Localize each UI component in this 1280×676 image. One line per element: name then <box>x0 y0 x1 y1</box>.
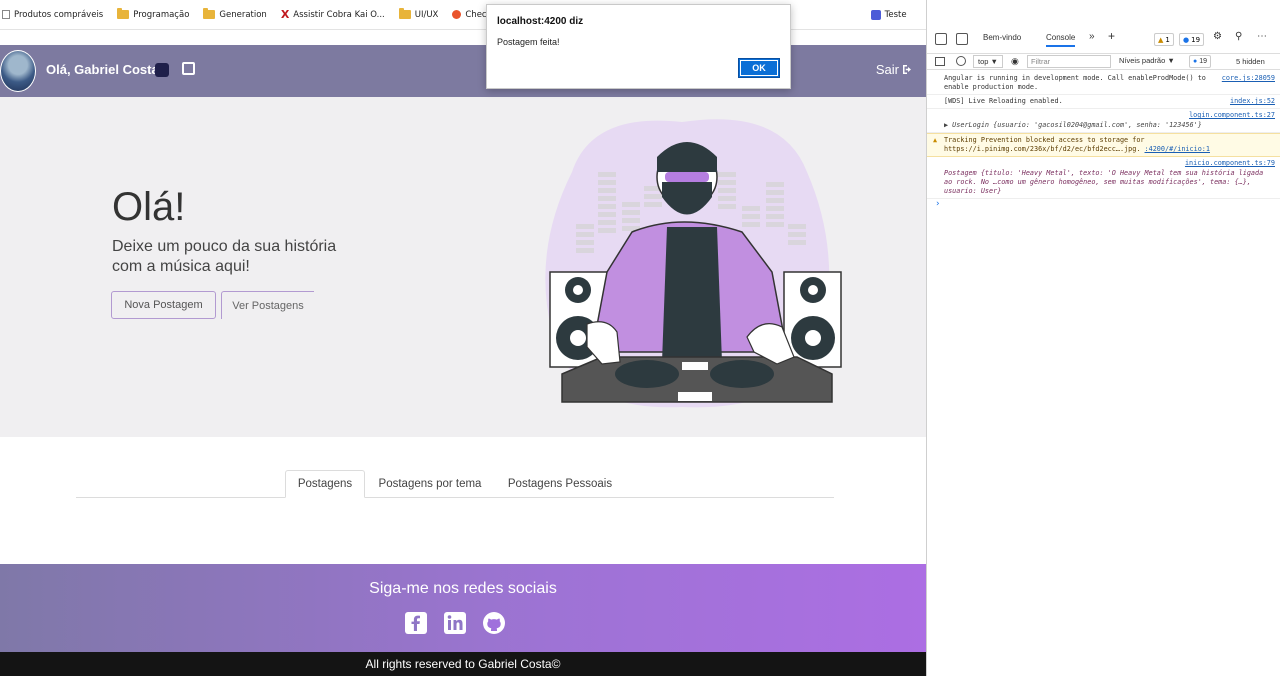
tab-welcome[interactable]: Bem-vindo <box>983 33 1021 42</box>
folder-icon <box>203 8 216 19</box>
inspect-icon[interactable] <box>935 33 947 45</box>
alert-ok-button[interactable]: OK <box>738 58 780 78</box>
copyright-bar: All rights reserved to Gabriel Costa© <box>0 652 926 676</box>
teste-icon <box>870 9 881 20</box>
console-log[interactable]: inicio.component.ts:79 Postagem {titulo:… <box>927 157 1280 199</box>
warning-icon: ▲ <box>1158 35 1164 44</box>
tab-console[interactable]: Console <box>1046 33 1076 47</box>
dj-illustration <box>545 119 842 408</box>
linkedin-icon[interactable] <box>444 612 466 634</box>
bookmark-programacao[interactable]: Programação <box>117 8 190 20</box>
log-source-link[interactable]: index.js:52 <box>1230 97 1275 106</box>
badge-icon <box>155 63 169 77</box>
settings-icon[interactable]: ⚙ <box>1213 31 1222 42</box>
console-toolbar: top ▼ ◉ Filtrar Níveis padrão ▼ ● 19 5 hi… <box>927 53 1280 70</box>
github-icon[interactable] <box>483 612 505 634</box>
console-log: core.js:28059 Angular is running in deve… <box>927 72 1280 95</box>
bookmark-uiux[interactable]: UI/UX <box>398 8 439 20</box>
console-log: index.js:52 [WDS] Live Reloading enabled… <box>927 95 1280 109</box>
hero-title: Olá! <box>112 185 186 229</box>
msg-count: 19 <box>1191 35 1201 44</box>
hero-section: Olá! Deixe um pouco da sua história com … <box>0 97 926 437</box>
levels-select[interactable]: Níveis padrão ▼ <box>1119 56 1175 65</box>
warning-icon: ▲ <box>933 136 938 144</box>
folder-icon <box>117 8 130 19</box>
console-warning: ▲ Tracking Prevention blocked access to … <box>927 133 1280 157</box>
customize-icon[interactable]: ⚲ <box>1235 31 1242 42</box>
console-output: core.js:28059 Angular is running in deve… <box>927 72 1280 209</box>
hidden-count: 5 hidden <box>1236 57 1265 66</box>
levels-label: Níveis padrão <box>1119 56 1166 65</box>
sign-out-icon <box>903 65 911 74</box>
console-prompt[interactable]: › <box>927 199 1280 209</box>
greeting-text: Olá, Gabriel Costa <box>46 62 159 77</box>
eye-icon[interactable]: ◉ <box>1011 56 1019 67</box>
levels-count: 19 <box>1199 58 1208 65</box>
clear-console-icon[interactable] <box>956 56 966 66</box>
bookmark-label: Assistir Cobra Kai O... <box>293 9 385 20</box>
bookmark-teste[interactable]: Teste <box>870 9 907 20</box>
context-select[interactable]: top ▼ <box>973 55 1003 68</box>
site-icon <box>452 10 462 19</box>
footer-title: Siga-me nos redes sociais <box>369 580 557 597</box>
more-tabs-icon[interactable]: » <box>1089 31 1095 42</box>
logout-button[interactable]: Sair <box>876 62 914 77</box>
messages-badge[interactable]: ● 19 <box>1179 33 1205 46</box>
alert-dialog: localhost:4200 diz Postagem feita! OK <box>486 4 791 89</box>
warnings-badge[interactable]: ▲ 1 <box>1154 33 1174 46</box>
post-tabs: Postagens Postagens por tema Postagens P… <box>76 470 834 498</box>
tab-postagens[interactable]: Postagens <box>285 470 365 498</box>
avatar[interactable] <box>0 50 36 92</box>
logout-label: Sair <box>875 62 899 77</box>
facebook-icon[interactable] <box>405 612 427 634</box>
add-tab-icon[interactable]: + <box>1108 29 1115 43</box>
bookmark-label: Teste <box>884 9 907 20</box>
levels-badge[interactable]: ● 19 <box>1189 55 1212 68</box>
bookmark-label: Programação <box>133 9 190 20</box>
log-text: Tracking Prevention blocked access to st… <box>944 136 1145 153</box>
bookmark-cobra-kai[interactable]: X Assistir Cobra Kai O... <box>281 8 385 21</box>
new-post-button[interactable]: Nova Postagem <box>111 291 216 319</box>
sidebar-toggle-icon[interactable] <box>935 57 945 66</box>
alert-title: localhost:4200 diz <box>497 16 584 27</box>
x-icon: X <box>280 8 290 21</box>
context-label: top <box>978 57 989 66</box>
console-log[interactable]: login.component.ts:27 ▶ UserLogin {usuar… <box>927 109 1280 133</box>
bookmark-generation[interactable]: Generation <box>203 8 267 20</box>
filter-input[interactable]: Filtrar <box>1027 55 1111 68</box>
log-source-link[interactable]: inicio.component.ts:79 <box>1185 159 1275 168</box>
page-icon <box>2 10 10 19</box>
edit-icon[interactable] <box>182 62 195 75</box>
log-text: [WDS] Live Reloading enabled. <box>944 97 1063 105</box>
more-options-icon[interactable]: ⋯ <box>1257 31 1267 42</box>
log-text: Angular is running in development mode. … <box>944 74 1206 91</box>
view-posts-button[interactable]: Ver Postagens <box>221 291 314 319</box>
bookmark-produtos[interactable]: Produtos compráveis <box>2 10 103 20</box>
log-text: ▶ UserLogin {usuario: 'gacosil0204@gmail… <box>944 121 1202 129</box>
message-icon: ● <box>1193 58 1198 65</box>
bookmark-label: Generation <box>219 9 267 20</box>
devtools-panel: Bem-vindo Console » + ▲ 1 ● 19 ⚙ ⚲ ⋯ top ▼… <box>926 0 1280 676</box>
tab-postagens-pessoais[interactable]: Postagens Pessoais <box>500 470 620 498</box>
bookmark-label: Produtos compráveis <box>14 9 104 20</box>
footer: Siga-me nos redes sociais <box>0 564 926 652</box>
log-source-link[interactable]: :4200/#/inicio:1 <box>1145 145 1210 153</box>
log-text: Postagem {titulo: 'Heavy Metal', texto: … <box>944 169 1264 195</box>
alert-message: Postagem feita! <box>497 37 560 47</box>
warn-count: 1 <box>1165 35 1170 44</box>
tab-postagens-por-tema[interactable]: Postagens por tema <box>370 470 490 498</box>
log-source-link[interactable]: login.component.ts:27 <box>1189 111 1275 120</box>
device-toggle-icon[interactable] <box>956 33 968 45</box>
app-viewport: Olá, Gabriel Costa Sair Olá! Deixe um po… <box>0 30 926 676</box>
folder-icon <box>398 8 411 19</box>
log-source-link[interactable]: core.js:28059 <box>1222 74 1275 83</box>
message-icon: ● <box>1183 35 1190 44</box>
hero-subtitle: Deixe um pouco da sua história com a mús… <box>112 238 337 275</box>
bookmark-label: UI/UX <box>414 9 439 20</box>
